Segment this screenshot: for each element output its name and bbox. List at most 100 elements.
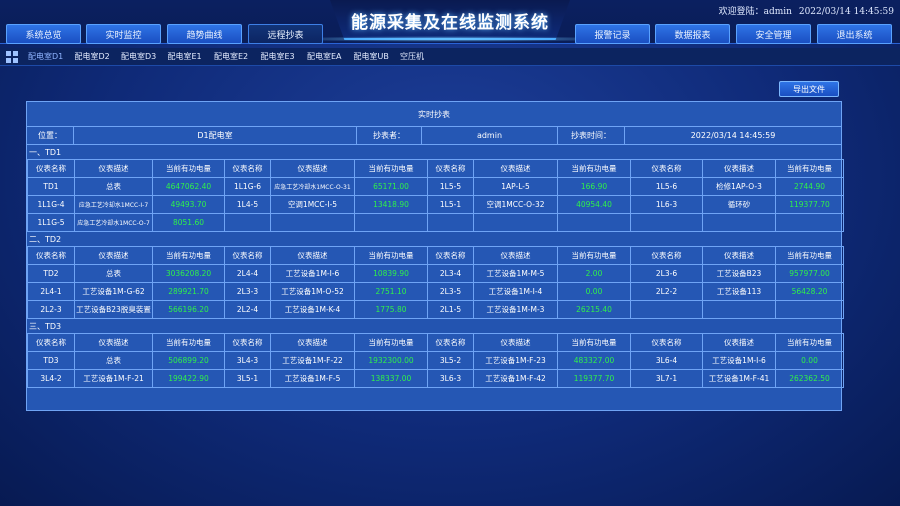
meter-name-cell: 1L5-5: [427, 177, 474, 196]
panel-title: 实时抄表: [27, 102, 841, 127]
meter-desc-cell: 循环砂: [702, 195, 776, 214]
meter-desc-cell: 空调1MCC-O-32: [473, 195, 558, 214]
column-header: 当前有功电量: [152, 159, 225, 178]
meter-desc-cell: 总表: [74, 264, 153, 283]
location-value: D1配电室: [74, 127, 357, 144]
meter-name-cell: 3L7-1: [630, 369, 703, 388]
column-header: 当前有功电量: [354, 159, 428, 178]
meter-table: 仪表名称 仪表描述 当前有功电量 仪表名称 仪表描述 当前有功电量 仪表名称 仪表描述 当前有功…: [27, 333, 844, 388]
export-button[interactable]: 导出文件: [779, 81, 839, 97]
column-header: 当前有功电量: [152, 246, 225, 265]
meter-name-cell: [630, 213, 703, 232]
meter-name-cell: 1L4-5: [224, 195, 271, 214]
meter-name-cell: 2L4-4: [224, 264, 271, 283]
meter-desc-cell: 工艺设备1M-M-3: [473, 300, 558, 319]
section-label: 一、TD1: [27, 145, 841, 159]
meter-value-cell: 0.00: [557, 282, 631, 301]
nav-trend-curve[interactable]: 趋势曲线: [167, 24, 242, 44]
column-header: 当前有功电量: [775, 159, 844, 178]
column-header: 当前有功电量: [557, 159, 631, 178]
column-header: 仪表名称: [427, 246, 474, 265]
tab-air-compressor[interactable]: 空压机: [400, 51, 447, 62]
tab-e2[interactable]: 配电室E2: [214, 51, 261, 62]
column-header: 当前有功电量: [557, 333, 631, 352]
column-header: 仪表描述: [74, 246, 153, 265]
time-value: 2022/03/14 14:45:59: [690, 131, 776, 140]
meter-desc-cell: [702, 213, 776, 232]
meter-value-cell: [775, 213, 844, 232]
column-header: 当前有功电量: [354, 246, 428, 265]
meter-name-cell: 1L5-6: [630, 177, 703, 196]
header: 能源采集及在线监测系统 欢迎登陆：admin 2022/03/14 14:45:…: [0, 0, 900, 48]
meter-desc-cell: 工艺设备1M-O-52: [270, 282, 355, 301]
nav-realtime-monitor[interactable]: 实时监控: [86, 24, 161, 44]
page-title: 能源采集及在线监测系统: [351, 13, 549, 33]
column-header: 仪表描述: [702, 333, 776, 352]
meter-name-cell: 2L3-3: [224, 282, 271, 301]
column-header: 仪表名称: [630, 159, 703, 178]
table-row: 2L4-1 工艺设备1M-G-62 289921.70 2L3-3 工艺设备1M-O-5…: [27, 282, 844, 301]
meter-name-cell: 1L1G-5: [27, 213, 75, 232]
meter-value-cell: 199422.90: [152, 369, 225, 388]
tab-ub[interactable]: 配电室UB: [354, 51, 401, 62]
nav-remote-reading[interactable]: 远程抄表: [248, 24, 323, 44]
column-header: 仪表名称: [27, 333, 75, 352]
section-label: 三、TD3: [27, 319, 841, 333]
nav-system-overview[interactable]: 系统总览: [6, 24, 81, 44]
nav-exit-system[interactable]: 退出系统: [817, 24, 892, 44]
meter-value-cell: 1932300.00: [354, 351, 428, 370]
meter-desc-cell: 工艺设备1M-F-41: [702, 369, 776, 388]
meter-name-cell: 2L3-6: [630, 264, 703, 283]
title-glow: [280, 36, 620, 42]
column-header: 当前有功电量: [775, 246, 844, 265]
meter-name-cell: TD3: [27, 351, 75, 370]
tab-d1[interactable]: 配电室D1: [28, 51, 75, 62]
datetime-text: 2022/03/14 14:45:59: [798, 7, 894, 17]
table-row: 1L1G-5 应急工艺冷却水1MCC-O-7 8051.60: [27, 213, 844, 232]
table-row: 2L2-3 工艺设备B23脱臭装置 566196.20 2L2-4 工艺设备1M-K-4…: [27, 300, 844, 319]
meter-name-cell: TD2: [27, 264, 75, 283]
meter-name-cell: 3L6-4: [630, 351, 703, 370]
meter-table: 仪表名称 仪表描述 当前有功电量 仪表名称 仪表描述 当前有功电量 仪表名称 仪表描述 当前有功…: [27, 246, 844, 319]
meter-desc-cell: 应急工艺冷却水1MCC-O-31: [270, 177, 355, 196]
meter-name-cell: [630, 300, 703, 319]
tab-d3[interactable]: 配电室D3: [121, 51, 168, 62]
meter-desc-cell: 空调1MCC-I-5: [270, 195, 355, 214]
column-header: 仪表名称: [27, 159, 75, 178]
meter-desc-cell: 工艺设备1M-F-22: [270, 351, 355, 370]
grid-menu-icon[interactable]: [6, 50, 18, 63]
meter-desc-cell: 工艺设备1M-I-6: [702, 351, 776, 370]
reader-value: admin: [422, 127, 558, 144]
nav-security-manage[interactable]: 安全管理: [736, 24, 811, 44]
meter-desc-cell: 应急工艺冷却水1MCC-O-7: [74, 213, 153, 232]
meter-desc-cell: 工艺设备B23脱臭装置: [74, 300, 153, 319]
meter-value-cell: 56428.20: [775, 282, 844, 301]
nav-data-report[interactable]: 数据报表: [655, 24, 730, 44]
column-header: 仪表名称: [630, 333, 703, 352]
meter-value-cell: 49493.70: [152, 195, 225, 214]
table-header-row: 仪表名称 仪表描述 当前有功电量 仪表名称 仪表描述 当前有功电量 仪表名称 仪表描述 当前有功…: [27, 246, 844, 265]
tab-ea[interactable]: 配电室EA: [307, 51, 354, 62]
column-header: 仪表名称: [630, 246, 703, 265]
tab-e3[interactable]: 配电室E3: [261, 51, 308, 62]
tab-e1[interactable]: 配电室E1: [168, 51, 215, 62]
meter-value-cell: 10839.90: [354, 264, 428, 283]
table-header-row: 仪表名称 仪表描述 当前有功电量 仪表名称 仪表描述 当前有功电量 仪表名称 仪表描述 当前有功…: [27, 159, 844, 178]
column-header: 仪表名称: [224, 333, 271, 352]
meter-name-cell: 1L1G-6: [224, 177, 271, 196]
meter-value-cell: 3036208.20: [152, 264, 225, 283]
meter-name-cell: 2L3-5: [427, 282, 474, 301]
meter-value-cell: 566196.20: [152, 300, 225, 319]
nav-alarm-records[interactable]: 报警记录: [575, 24, 650, 44]
tab-d2[interactable]: 配电室D2: [75, 51, 122, 62]
room-tabs: 配电室D1 配电室D2 配电室D3 配电室E1 配电室E2 配电室E3 配电室E…: [0, 48, 900, 66]
meter-name-cell: 3L6-3: [427, 369, 474, 388]
table-row: 3L4-2 工艺设备1M-F-21 199422.90 3L5-1 工艺设备1M-F-5…: [27, 369, 844, 388]
column-header: 仪表描述: [74, 333, 153, 352]
meter-value-cell: [557, 213, 631, 232]
table-row: TD3 总表 506899.20 3L4-3 工艺设备1M-F-22 1932300.00…: [27, 351, 844, 370]
meter-name-cell: 3L4-2: [27, 369, 75, 388]
column-header: 仪表描述: [473, 246, 558, 265]
column-header: 当前有功电量: [557, 246, 631, 265]
meter-reading-panel: 实时抄表 位置： D1配电室 抄表者： admin 抄表时间： 2022/03/…: [26, 101, 844, 411]
